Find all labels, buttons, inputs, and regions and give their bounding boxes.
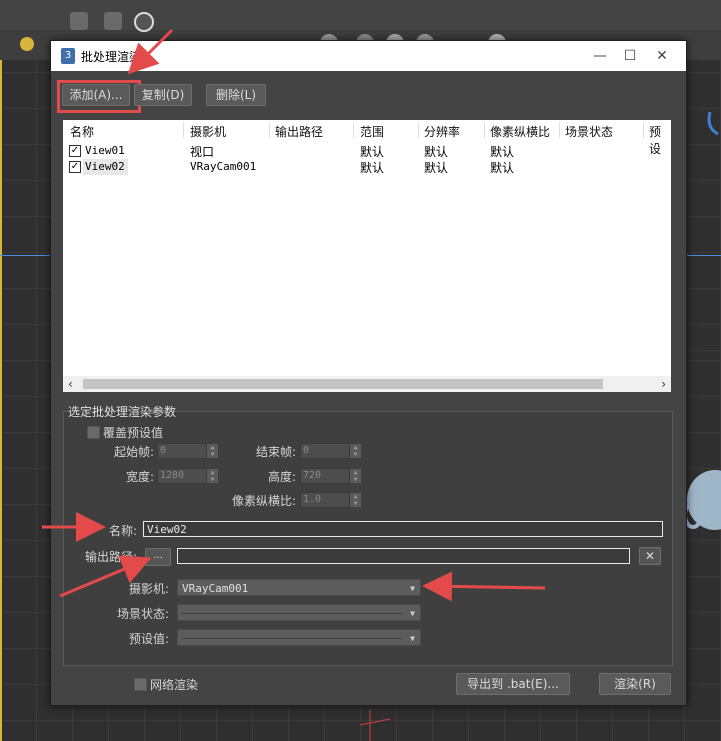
annotation-arrows [42, 28, 546, 602]
arrow-to-add-button [127, 28, 174, 75]
arrow-to-camera-dropdown [422, 571, 546, 602]
arrow-to-browse-button [59, 555, 152, 598]
